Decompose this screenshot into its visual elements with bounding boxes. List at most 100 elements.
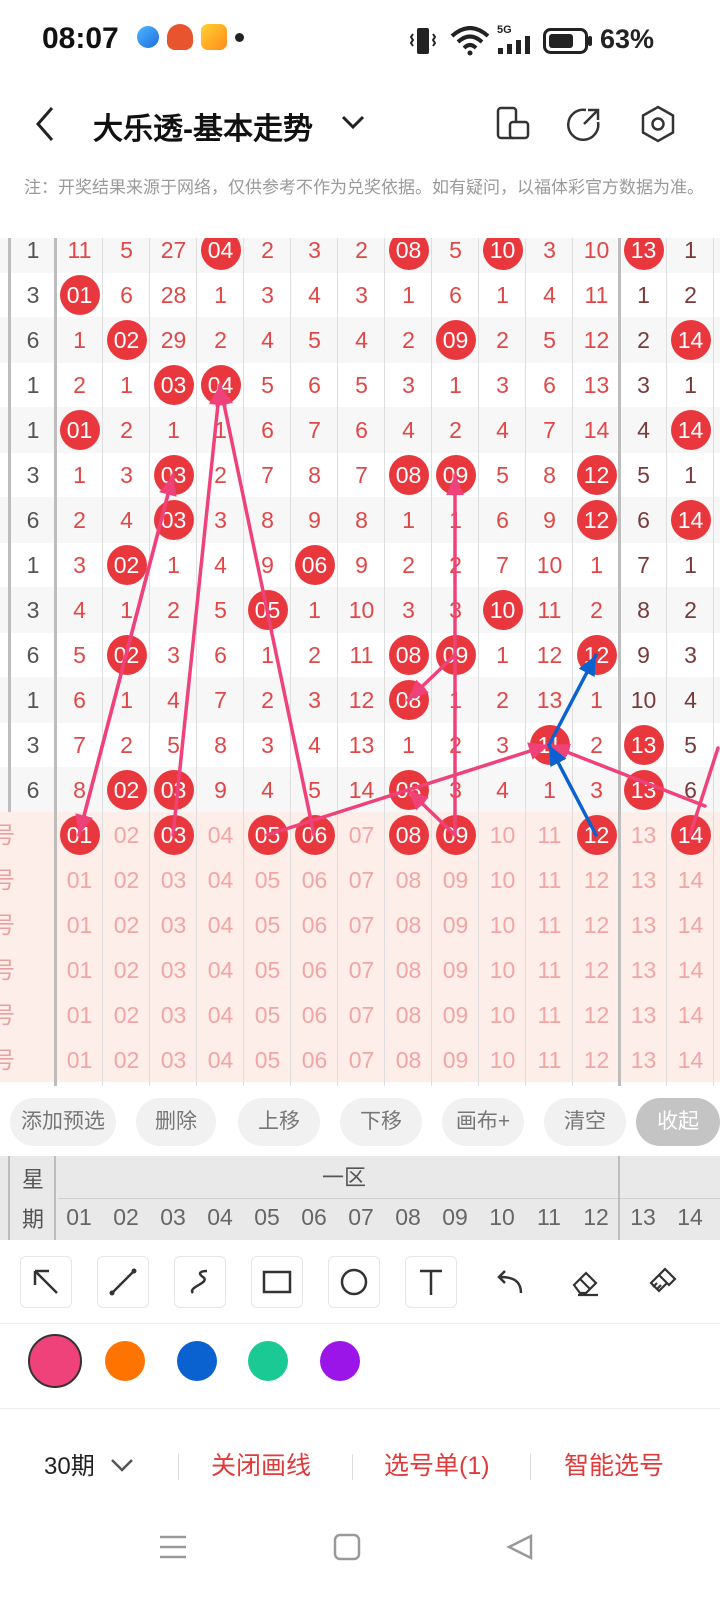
miss-count-cell[interactable]: 3 xyxy=(385,587,432,633)
drawn-number-ball[interactable]: 12 xyxy=(573,497,620,543)
miss-count-cell[interactable]: 9 xyxy=(620,632,667,678)
miss-count-cell[interactable]: 3 xyxy=(573,767,620,813)
pick-number-cell[interactable]: 14 xyxy=(667,857,714,903)
miss-count-cell[interactable]: 5 xyxy=(479,452,526,498)
delete-button[interactable]: 删除 xyxy=(136,1098,216,1146)
pick-number-cell[interactable]: 04 xyxy=(197,992,244,1038)
drawn-number-ball[interactable]: 14 xyxy=(667,317,714,363)
share-icon[interactable] xyxy=(564,104,604,144)
freehand-tool-icon[interactable] xyxy=(174,1256,226,1308)
pick-number-cell[interactable]: 05 xyxy=(244,1037,291,1083)
miss-count-cell[interactable]: 9 xyxy=(291,497,338,543)
pick-number-cell[interactable]: 11 xyxy=(526,1037,573,1083)
miss-count-cell[interactable]: 2 xyxy=(432,542,479,588)
pick-number-cell[interactable]: 06 xyxy=(291,857,338,903)
pick-number-cell[interactable]: 06 xyxy=(291,902,338,948)
drawn-number-ball[interactable]: 08 xyxy=(385,452,432,498)
pick-number-cell[interactable]: 13 xyxy=(620,902,667,948)
pick-number-cell[interactable]: 02 xyxy=(103,857,150,903)
green-color-swatch[interactable] xyxy=(248,1341,288,1381)
miss-count-cell[interactable]: 1 xyxy=(385,722,432,768)
miss-count-cell[interactable]: 8 xyxy=(56,767,103,813)
selected-number-ball[interactable]: 14 xyxy=(667,812,714,858)
miss-count-cell[interactable]: 14 xyxy=(573,407,620,453)
miss-count-cell[interactable]: 2 xyxy=(432,722,479,768)
miss-count-cell[interactable]: 10 xyxy=(620,677,667,723)
miss-count-cell[interactable]: 6 xyxy=(479,497,526,543)
drawn-number-ball[interactable]: 08 xyxy=(385,632,432,678)
miss-count-cell[interactable]: 1 xyxy=(573,542,620,588)
miss-count-cell[interactable]: 2 xyxy=(103,407,150,453)
miss-count-cell[interactable]: 1 xyxy=(56,452,103,498)
pick-number-cell[interactable]: 01 xyxy=(56,1037,103,1083)
collapse-button[interactable]: 收起 xyxy=(636,1098,720,1146)
pick-number-cell[interactable]: 12 xyxy=(573,947,620,993)
pick-number-cell[interactable]: 01 xyxy=(56,992,103,1038)
miss-count-cell[interactable]: 6 xyxy=(338,407,385,453)
drawn-number-ball[interactable]: 03 xyxy=(150,452,197,498)
miss-count-cell[interactable]: 5 xyxy=(526,317,573,363)
miss-count-cell[interactable]: 5 xyxy=(667,722,714,768)
selected-number-ball[interactable]: 03 xyxy=(150,812,197,858)
pick-row[interactable]: 号 01 02 03 04 05 06 07 08 09 10 11 12 13 14 xyxy=(0,902,720,948)
pick-number-cell[interactable]: 04 xyxy=(197,1037,244,1083)
miss-count-cell[interactable]: 28 xyxy=(150,272,197,318)
pick-number-cell[interactable]: 06 xyxy=(291,947,338,993)
miss-count-cell[interactable]: 7 xyxy=(291,407,338,453)
add-preselect-button[interactable]: 添加预选 xyxy=(10,1098,116,1146)
miss-count-cell[interactable]: 4 xyxy=(56,587,103,633)
pick-number-cell[interactable]: 05 xyxy=(244,857,291,903)
drawn-number-ball[interactable]: 01 xyxy=(56,407,103,453)
pick-row[interactable]: 号 01 02 03 04 05 06 07 08 09 10 11 12 13 14 xyxy=(0,1037,720,1083)
miss-count-cell[interactable]: 4 xyxy=(338,317,385,363)
pick-number-cell[interactable]: 01 xyxy=(56,902,103,948)
miss-count-cell[interactable]: 10 xyxy=(526,542,573,588)
miss-count-cell[interactable]: 9 xyxy=(197,767,244,813)
drawn-number-ball[interactable]: 08 xyxy=(385,677,432,723)
drawn-number-ball[interactable]: 02 xyxy=(103,767,150,813)
miss-count-cell[interactable]: 3 xyxy=(291,238,338,273)
pick-number-cell[interactable]: 13 xyxy=(620,812,667,858)
miss-count-cell[interactable]: 3 xyxy=(56,542,103,588)
miss-count-cell[interactable]: 7 xyxy=(244,452,291,498)
miss-count-cell[interactable]: 3 xyxy=(150,632,197,678)
selected-number-ball[interactable]: 05 xyxy=(244,812,291,858)
miss-count-cell[interactable]: 10 xyxy=(338,587,385,633)
miss-count-cell[interactable]: 4 xyxy=(197,542,244,588)
drawn-number-ball[interactable]: 10 xyxy=(479,587,526,633)
miss-count-cell[interactable]: 1 xyxy=(526,767,573,813)
miss-count-cell[interactable]: 6 xyxy=(56,677,103,723)
miss-count-cell[interactable]: 3 xyxy=(244,272,291,318)
pick-number-cell[interactable]: 10 xyxy=(479,902,526,948)
miss-count-cell[interactable]: 8 xyxy=(620,587,667,633)
pick-number-cell[interactable]: 11 xyxy=(526,902,573,948)
miss-count-cell[interactable]: 3 xyxy=(479,722,526,768)
drawn-number-ball[interactable]: 13 xyxy=(620,238,667,273)
miss-count-cell[interactable]: 1 xyxy=(103,677,150,723)
pick-number-cell[interactable]: 08 xyxy=(385,947,432,993)
miss-count-cell[interactable]: 1 xyxy=(197,272,244,318)
miss-count-cell[interactable]: 13 xyxy=(526,677,573,723)
drawn-number-ball[interactable]: 13 xyxy=(620,722,667,768)
miss-count-cell[interactable]: 12 xyxy=(338,677,385,723)
pick-number-cell[interactable]: 10 xyxy=(479,947,526,993)
clear-button[interactable]: 清空 xyxy=(544,1098,626,1146)
pick-number-cell[interactable]: 09 xyxy=(432,857,479,903)
drawn-number-ball[interactable]: 08 xyxy=(385,238,432,273)
eraser-icon[interactable] xyxy=(559,1256,611,1308)
miss-count-cell[interactable]: 3 xyxy=(526,238,573,273)
miss-count-cell[interactable]: 13 xyxy=(573,362,620,408)
pick-number-cell[interactable]: 12 xyxy=(573,1037,620,1083)
miss-count-cell[interactable]: 4 xyxy=(244,767,291,813)
miss-count-cell[interactable]: 3 xyxy=(620,362,667,408)
miss-count-cell[interactable]: 2 xyxy=(56,362,103,408)
miss-count-cell[interactable]: 2 xyxy=(620,317,667,363)
move-up-button[interactable]: 上移 xyxy=(238,1098,320,1146)
miss-count-cell[interactable]: 2 xyxy=(385,542,432,588)
miss-count-cell[interactable]: 5 xyxy=(291,317,338,363)
drawn-number-ball[interactable]: 02 xyxy=(103,317,150,363)
miss-count-cell[interactable]: 4 xyxy=(103,497,150,543)
miss-count-cell[interactable]: 1 xyxy=(385,272,432,318)
miss-count-cell[interactable]: 1 xyxy=(432,497,479,543)
miss-count-cell[interactable]: 2 xyxy=(103,722,150,768)
